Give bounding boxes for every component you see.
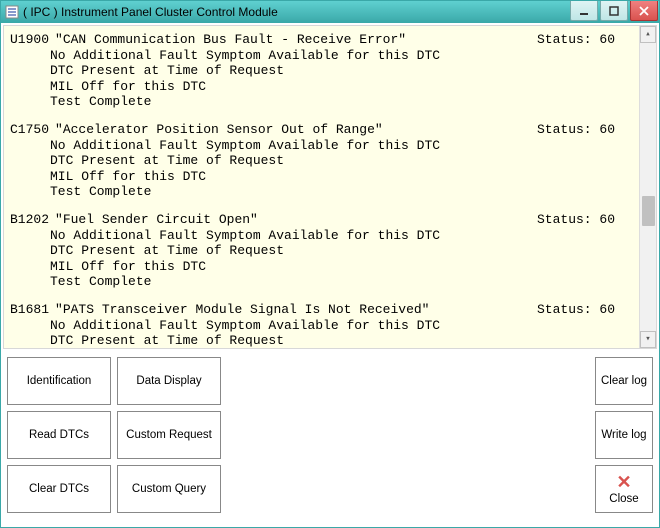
scroll-up-arrow-icon[interactable]: ▴ <box>640 26 656 43</box>
dtc-header: C1750 "Accelerator Position Sensor Out of… <box>10 122 635 138</box>
dtc-status: Status: 60 <box>537 122 635 138</box>
dtc-description: "Fuel Sender Circuit Open" <box>55 212 258 228</box>
dtc-code: C1750 <box>10 122 49 138</box>
dtc-detail-line: No Additional Fault Symptom Available fo… <box>10 228 635 244</box>
window-title: ( IPC ) Instrument Panel Cluster Control… <box>23 5 278 19</box>
log-content[interactable]: U1900 "CAN Communication Bus Fault - Rece… <box>4 26 639 348</box>
app-icon <box>5 5 19 19</box>
dtc-detail-line: Test Complete <box>10 184 635 200</box>
read-dtcs-button[interactable]: Read DTCs <box>7 411 111 459</box>
dtc-detail-line: DTC Present at Time of Request <box>10 333 635 348</box>
minimize-button[interactable] <box>570 1 598 21</box>
dtc-detail-line: MIL Off for this DTC <box>10 79 635 95</box>
dtc-status: Status: 60 <box>537 212 635 228</box>
dtc-status: Status: 60 <box>537 302 635 318</box>
dtc-detail-line: No Additional Fault Symptom Available fo… <box>10 138 635 154</box>
scroll-down-arrow-icon[interactable]: ▾ <box>640 331 656 348</box>
custom-request-button[interactable]: Custom Request <box>117 411 221 459</box>
dtc-detail-line: Test Complete <box>10 94 635 110</box>
log-area: U1900 "CAN Communication Bus Fault - Rece… <box>3 25 657 349</box>
identification-button[interactable]: Identification <box>7 357 111 405</box>
dtc-detail-line: No Additional Fault Symptom Available fo… <box>10 48 635 64</box>
dtc-detail-line: DTC Present at Time of Request <box>10 63 635 79</box>
custom-query-button[interactable]: Custom Query <box>117 465 221 513</box>
dtc-block: C1750 "Accelerator Position Sensor Out of… <box>10 122 635 200</box>
dtc-header: U1900 "CAN Communication Bus Fault - Rece… <box>10 32 635 48</box>
dtc-detail-line: Test Complete <box>10 274 635 290</box>
button-group-left: Identification Data Display Read DTCs Cu… <box>7 357 221 521</box>
close-icon: ✕ <box>616 473 631 491</box>
dtc-detail-line: MIL Off for this DTC <box>10 259 635 275</box>
dtc-detail-line: No Additional Fault Symptom Available fo… <box>10 318 635 334</box>
dtc-detail-line: DTC Present at Time of Request <box>10 153 635 169</box>
dtc-detail-line: DTC Present at Time of Request <box>10 243 635 259</box>
dtc-header: B1202 "Fuel Sender Circuit Open" Status: 6… <box>10 212 635 228</box>
dtc-status: Status: 60 <box>537 32 635 48</box>
maximize-button[interactable] <box>600 1 628 21</box>
window-controls <box>569 1 659 23</box>
button-panel: Identification Data Display Read DTCs Cu… <box>1 351 659 527</box>
window-close-button[interactable] <box>630 1 658 21</box>
close-button[interactable]: ✕ Close <box>595 465 653 513</box>
write-log-button[interactable]: Write log <box>595 411 653 459</box>
data-display-button[interactable]: Data Display <box>117 357 221 405</box>
vertical-scrollbar[interactable]: ▴ ▾ <box>639 26 656 348</box>
dtc-block: B1681 "PATS Transceiver Module Signal Is … <box>10 302 635 348</box>
dtc-detail-line: MIL Off for this DTC <box>10 169 635 185</box>
dtc-block: U1900 "CAN Communication Bus Fault - Rece… <box>10 32 635 110</box>
button-group-right: Clear log Write log ✕ Close <box>595 357 653 521</box>
scroll-thumb[interactable] <box>642 196 655 226</box>
dtc-header: B1681 "PATS Transceiver Module Signal Is … <box>10 302 635 318</box>
dtc-description: "Accelerator Position Sensor Out of Rang… <box>55 122 383 138</box>
close-label: Close <box>609 493 638 505</box>
clear-dtcs-button[interactable]: Clear DTCs <box>7 465 111 513</box>
titlebar[interactable]: ( IPC ) Instrument Panel Cluster Control… <box>1 1 659 23</box>
app-window: ( IPC ) Instrument Panel Cluster Control… <box>0 0 660 528</box>
clear-log-button[interactable]: Clear log <box>595 357 653 405</box>
dtc-code: B1681 <box>10 302 49 318</box>
dtc-description: "CAN Communication Bus Fault - Receive E… <box>55 32 406 48</box>
dtc-code: U1900 <box>10 32 49 48</box>
dtc-description: "PATS Transceiver Module Signal Is Not R… <box>55 302 429 318</box>
dtc-code: B1202 <box>10 212 49 228</box>
dtc-block: B1202 "Fuel Sender Circuit Open" Status: 6… <box>10 212 635 290</box>
